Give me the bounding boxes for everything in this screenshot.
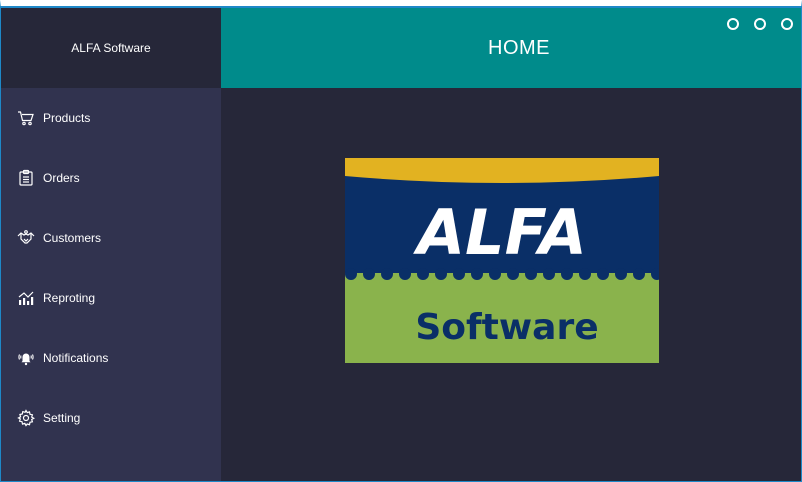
brand-panel: ALFA Software [1, 8, 221, 88]
page-title: HOME [488, 36, 550, 59]
clipboard-list-icon [17, 169, 35, 187]
header-bar: HOME [221, 8, 801, 88]
sidebar-item-label: Products [43, 111, 91, 125]
main-content: ALFA Software [221, 88, 801, 481]
sidebar-item-customers[interactable]: Customers [1, 216, 221, 260]
sidebar-item-label: Orders [43, 171, 80, 185]
alfa-software-logo: ALFA Software [345, 158, 659, 363]
sidebar-item-notifications[interactable]: Notifications [1, 336, 221, 380]
logo-text-alfa: ALFA [412, 196, 587, 269]
cart-icon [17, 109, 35, 127]
sidebar: Products Orders Customers Reproting Noti… [1, 88, 221, 481]
brand-name: ALFA Software [71, 41, 151, 55]
minimize-button[interactable] [727, 18, 739, 30]
sidebar-item-label: Setting [43, 411, 81, 425]
sidebar-item-orders[interactable]: Orders [1, 156, 221, 200]
gear-icon [17, 409, 35, 427]
close-button[interactable] [781, 18, 793, 30]
sidebar-item-products[interactable]: Products [1, 96, 221, 140]
maximize-button[interactable] [754, 18, 766, 30]
logo-text-software: Software [415, 307, 598, 348]
sidebar-item-reporting[interactable]: Reproting [1, 276, 221, 320]
chart-icon [17, 289, 35, 307]
sidebar-item-label: Customers [43, 231, 102, 245]
sidebar-item-setting[interactable]: Setting [1, 396, 221, 440]
sidebar-item-label: Notifications [43, 351, 109, 365]
handshake-icon [17, 229, 35, 247]
bell-icon [17, 349, 35, 367]
sidebar-item-label: Reproting [43, 291, 96, 305]
